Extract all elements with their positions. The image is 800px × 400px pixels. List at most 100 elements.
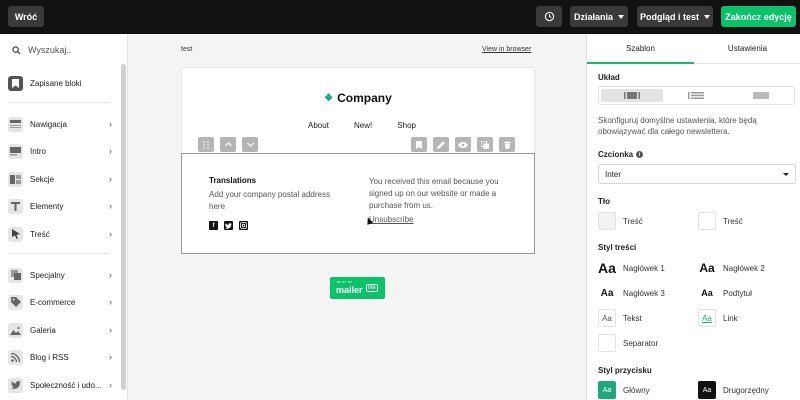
- style-option-heading-2[interactable]: Aa Nagłówek 2: [698, 259, 765, 277]
- background-option[interactable]: Treść: [598, 212, 643, 230]
- move-up-icon[interactable]: [220, 137, 236, 152]
- logo-text: Company: [337, 91, 392, 105]
- background-title: Tło: [598, 197, 610, 206]
- style-sample: Aa: [698, 259, 716, 277]
- background-swatch[interactable]: [598, 212, 616, 230]
- rss-icon: [8, 349, 23, 365]
- layout-option-left[interactable]: [665, 89, 727, 102]
- menu-link[interactable]: Shop: [397, 121, 416, 130]
- info-icon[interactable]: i: [636, 151, 644, 159]
- preview-test-button[interactable]: Podgląd i test: [637, 6, 713, 27]
- sidebar-item-ecommerce[interactable]: E-commerce ›: [8, 293, 112, 311]
- background-option[interactable]: Treść: [698, 212, 743, 230]
- sidebar-item-elements[interactable]: Elementy ›: [8, 197, 112, 215]
- font-select[interactable]: Inter: [598, 164, 796, 184]
- menu-link[interactable]: About: [308, 121, 329, 130]
- button-style-primary[interactable]: Aa Główny: [598, 381, 650, 399]
- sidebar-item-label: Sekcje: [30, 174, 55, 184]
- layout-option-centered[interactable]: [601, 89, 664, 102]
- chevron-right-icon: ›: [109, 146, 112, 156]
- layout-left-icon: [688, 92, 705, 99]
- layout-option-full[interactable]: [730, 89, 792, 102]
- footer-notice: You received this email because you sign…: [369, 177, 499, 210]
- duplicate-icon[interactable]: [477, 137, 493, 152]
- style-label: Link: [723, 313, 738, 323]
- back-button[interactable]: Wróć: [8, 6, 44, 27]
- sidebar-item-intro[interactable]: Intro ›: [8, 142, 112, 160]
- company-logo[interactable]: ❖ Company: [182, 91, 534, 105]
- sidebar-item-blog-rss[interactable]: Blog i RSS ›: [8, 348, 112, 366]
- actions-button[interactable]: Działania: [570, 6, 628, 27]
- style-option-subtitle[interactable]: Aa Podtytuł: [698, 284, 752, 302]
- email-preheader: test: [181, 46, 193, 53]
- style-option-link[interactable]: Aa Link: [698, 309, 738, 327]
- chevron-down-icon: [704, 14, 710, 19]
- instagram-icon[interactable]: [239, 221, 248, 230]
- sidebar-item-label: Galeria: [30, 325, 56, 335]
- sidebar-item-sections[interactable]: Sekcje ›: [8, 170, 112, 188]
- edit-icon[interactable]: [433, 137, 449, 152]
- footer-block[interactable]: Translations Add your company postal add…: [181, 153, 535, 254]
- save-block-icon[interactable]: [411, 137, 427, 152]
- style-sample-text: Aa: [701, 288, 713, 298]
- email-menu: About New! Shop: [308, 121, 416, 130]
- style-option-text[interactable]: Aa Tekst: [598, 309, 642, 327]
- sidebar-item-label: Intro: [30, 146, 47, 156]
- chevron-right-icon: ›: [109, 119, 112, 129]
- background-label: Treść: [723, 216, 743, 226]
- style-sample: Aa: [698, 309, 716, 327]
- style-option-separator[interactable]: Separator: [598, 334, 658, 352]
- sidebar-item-navigation[interactable]: Nawigacja ›: [8, 115, 112, 133]
- layout-centered-icon: [624, 92, 641, 99]
- content-style-title: Styl treści: [598, 243, 637, 252]
- finish-editing-button[interactable]: Zakończ edycję: [721, 6, 796, 27]
- style-label: Podtytuł: [723, 288, 752, 298]
- editor-canvas: test View in browser ❖ Company About New…: [128, 34, 586, 400]
- cursor-icon: [8, 226, 23, 242]
- mailerlite-badge[interactable]: BUILT BY mailer lite: [330, 277, 385, 299]
- twitter-icon[interactable]: [224, 221, 233, 230]
- menu-link[interactable]: New!: [354, 121, 372, 130]
- sections-icon: [8, 171, 23, 187]
- style-label: Separator: [623, 338, 659, 348]
- view-in-browser-link[interactable]: View in browser: [482, 46, 531, 53]
- facebook-icon[interactable]: f: [209, 221, 218, 230]
- sidebar-item-label: Zapisane bloki: [30, 78, 82, 88]
- unsubscribe-link[interactable]: Unsubscribe: [369, 215, 413, 224]
- visibility-icon[interactable]: [455, 137, 471, 152]
- tag-icon: [8, 294, 23, 310]
- move-down-icon[interactable]: [242, 137, 258, 152]
- sidebar-item-gallery[interactable]: Galeria ›: [8, 321, 112, 339]
- style-sample-text: Aa: [602, 313, 612, 323]
- tab-settings[interactable]: Ustawienia: [694, 34, 800, 64]
- font-title: Czcionka i: [598, 150, 644, 159]
- layout-description: Skonfiguruj domyślne ustawienia, które b…: [598, 116, 757, 136]
- sidebar-item-content[interactable]: Treść ›: [8, 225, 112, 243]
- sidebar-item-label: E-commerce: [30, 297, 76, 307]
- top-bar: Wróć Działania Podgląd i test Zakończ ed…: [0, 0, 800, 34]
- sidebar-scrollbar[interactable]: [121, 64, 126, 390]
- block-move-toolbar: [198, 137, 258, 152]
- chevron-right-icon: ›: [109, 174, 112, 184]
- tab-template[interactable]: Szablon: [587, 34, 694, 64]
- sidebar-item-social[interactable]: Społeczność i udo... ›: [8, 376, 112, 394]
- history-button[interactable]: [536, 6, 562, 27]
- chevron-right-icon: ›: [109, 380, 112, 390]
- drag-handle-icon[interactable]: [198, 137, 214, 152]
- button-style-secondary[interactable]: Aa Drugorzędny: [698, 381, 769, 399]
- special-icon: [8, 267, 23, 283]
- sidebar-item-label: Blog i RSS: [30, 352, 69, 362]
- delete-icon[interactable]: [499, 137, 515, 152]
- text-icon: [8, 198, 23, 214]
- search-input[interactable]: [28, 45, 108, 55]
- sidebar-item-special[interactable]: Specjalny ›: [8, 266, 112, 284]
- style-label: Nagłówek 3: [623, 288, 665, 298]
- intro-icon: [8, 143, 23, 159]
- background-swatch[interactable]: [698, 212, 716, 230]
- sidebar-item-saved-blocks[interactable]: Zapisane bloki: [8, 74, 112, 92]
- style-label: Nagłówek 1: [623, 263, 665, 273]
- style-option-heading-1[interactable]: Aa Nagłówek 1: [598, 259, 665, 277]
- sidebar-item-label: Elementy: [30, 201, 64, 211]
- footer-title: Translations: [209, 176, 257, 185]
- style-option-heading-3[interactable]: Aa Nagłówek 3: [598, 284, 665, 302]
